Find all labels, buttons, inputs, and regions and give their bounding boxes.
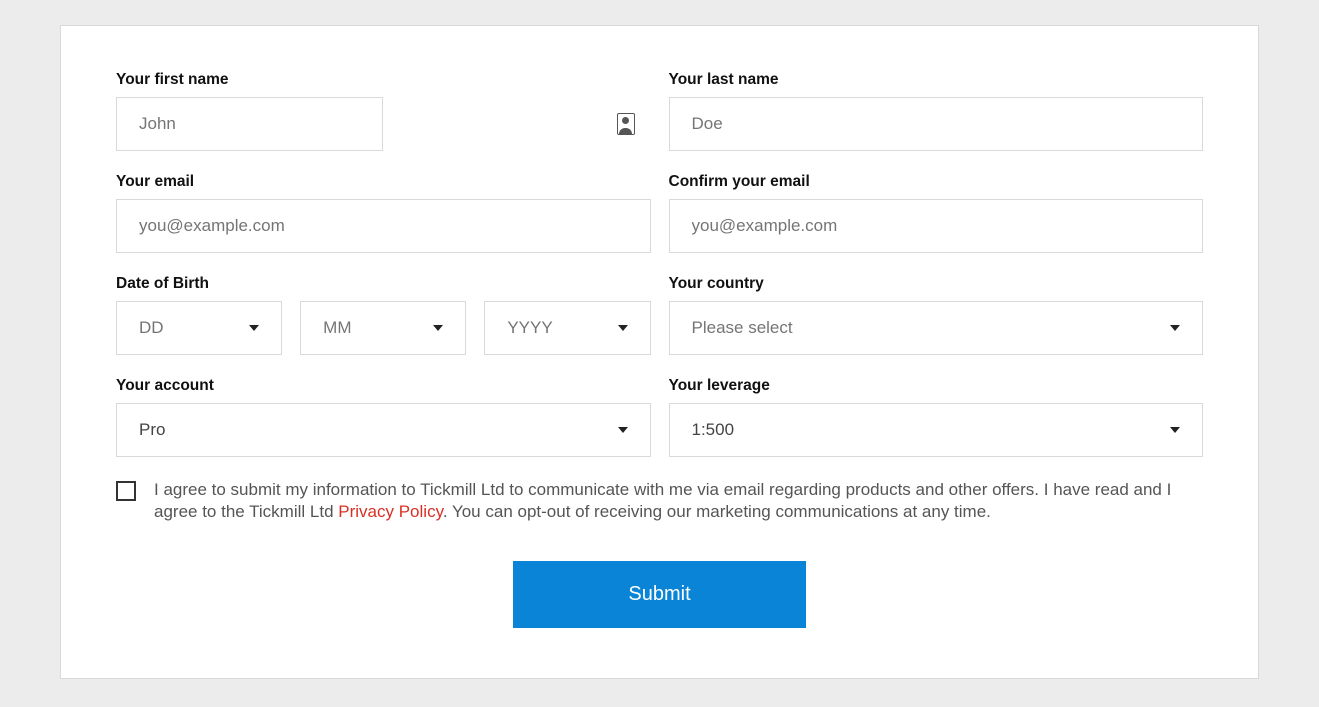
chevron-down-icon	[1170, 325, 1180, 331]
leverage-label: Your leverage	[669, 377, 1204, 395]
consent-text: I agree to submit my information to Tick…	[154, 479, 1203, 523]
dob-day-select[interactable]: DD	[116, 301, 282, 355]
dob-year-select[interactable]: YYYY	[484, 301, 650, 355]
leverage-value: 1:500	[692, 420, 735, 440]
last-name-input[interactable]	[669, 97, 1204, 151]
account-select[interactable]: Pro	[116, 403, 651, 457]
country-label: Your country	[669, 275, 1204, 293]
first-name-input[interactable]	[116, 97, 383, 151]
dob-label: Date of Birth	[116, 275, 651, 293]
leverage-select[interactable]: 1:500	[669, 403, 1204, 457]
chevron-down-icon	[618, 427, 628, 433]
last-name-label: Your last name	[669, 71, 1204, 89]
chevron-down-icon	[433, 325, 443, 331]
confirm-email-label: Confirm your email	[669, 173, 1204, 191]
chevron-down-icon	[249, 325, 259, 331]
dob-month-select[interactable]: MM	[300, 301, 466, 355]
chevron-down-icon	[618, 325, 628, 331]
chevron-down-icon	[1170, 427, 1180, 433]
confirm-email-input[interactable]	[669, 199, 1204, 253]
dob-year-value: YYYY	[507, 318, 552, 338]
contact-card-icon	[617, 113, 635, 135]
registration-form: Your first name Your last name Your emai…	[60, 25, 1259, 679]
privacy-policy-link[interactable]: Privacy Policy	[338, 502, 443, 521]
country-value: Please select	[692, 318, 793, 338]
first-name-label: Your first name	[116, 71, 651, 89]
consent-part2: . You can opt-out of receiving our marke…	[443, 502, 991, 521]
account-label: Your account	[116, 377, 651, 395]
dob-day-value: DD	[139, 318, 164, 338]
email-label: Your email	[116, 173, 651, 191]
email-input[interactable]	[116, 199, 651, 253]
consent-checkbox[interactable]	[116, 481, 136, 501]
dob-month-value: MM	[323, 318, 351, 338]
account-value: Pro	[139, 420, 165, 440]
country-select[interactable]: Please select	[669, 301, 1204, 355]
submit-button[interactable]: Submit	[513, 561, 805, 628]
